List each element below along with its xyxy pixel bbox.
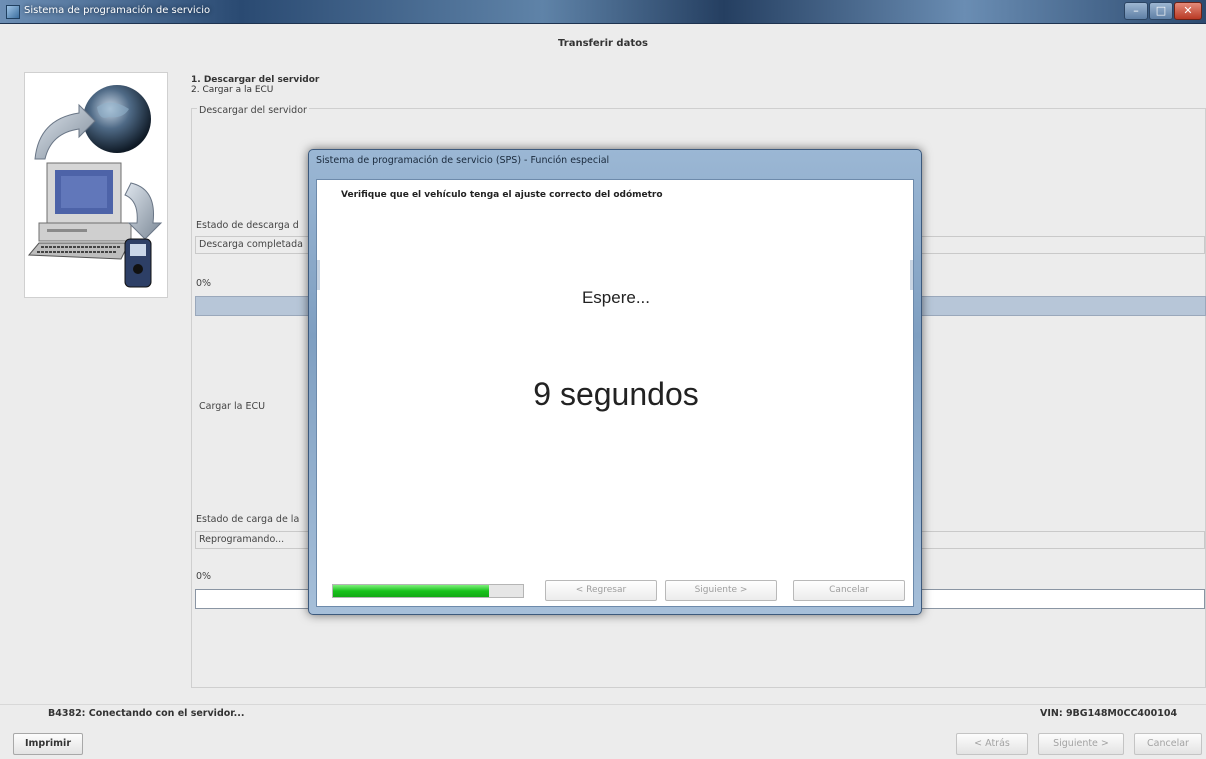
download-section-legend: Descargar del servidor — [197, 105, 309, 116]
dialog-title: Sistema de programación de servicio (SPS… — [316, 155, 610, 166]
back-button[interactable]: < Atrás — [956, 733, 1028, 755]
step-item: 1. Descargar del servidor — [191, 75, 320, 85]
dialog-progress-fill — [333, 585, 489, 597]
print-button[interactable]: Imprimir — [13, 733, 83, 755]
download-status-label: Estado de descarga d — [196, 220, 299, 231]
status-message: B4382: Conectando con el servidor... — [48, 708, 245, 719]
dialog-back-button[interactable]: < Regresar — [545, 580, 657, 601]
window-title: Sistema de programación de servicio — [24, 5, 211, 16]
maximize-icon[interactable]: □ — [1149, 2, 1173, 20]
app-icon — [6, 5, 20, 19]
step-item: 2. Cargar a la ECU — [191, 85, 274, 95]
wait-text: Espere... — [581, 288, 651, 307]
upload-status-label: Estado de carga de la — [196, 514, 300, 525]
dialog-left-edge — [317, 260, 320, 290]
dialog-cancel-button[interactable]: Cancelar — [793, 580, 905, 601]
minimize-icon[interactable]: – — [1124, 2, 1148, 20]
special-function-dialog[interactable]: Sistema de programación de servicio (SPS… — [308, 149, 922, 615]
next-button[interactable]: Siguiente > — [1038, 733, 1124, 755]
dialog-progress-bar — [332, 584, 524, 598]
countdown-text: 9 segundos — [533, 376, 699, 412]
upload-section-legend: Cargar la ECU — [197, 401, 268, 412]
step-list: 1. Descargar del servidor 2. Cargar a la… — [191, 75, 319, 95]
dialog-right-edge — [910, 260, 913, 290]
vin-label: VIN: 9BG148M0CC400104 — [1040, 708, 1178, 719]
close-icon[interactable]: ✕ — [1174, 2, 1202, 20]
dialog-instruction: Verifique que el vehículo tenga el ajust… — [341, 190, 663, 200]
dialog-body: Verifique que el vehículo tenga el ajust… — [316, 179, 914, 607]
cancel-button[interactable]: Cancelar — [1134, 733, 1202, 755]
download-percent-label: 0% — [196, 278, 212, 289]
window-title-bar[interactable]: Sistema de programación de servicio – □ … — [0, 0, 1206, 24]
upload-percent-label: 0% — [196, 571, 212, 582]
dialog-next-button[interactable]: Siguiente > — [665, 580, 777, 601]
transfer-illustration — [24, 72, 168, 298]
page-title: Transferir datos — [558, 38, 648, 49]
